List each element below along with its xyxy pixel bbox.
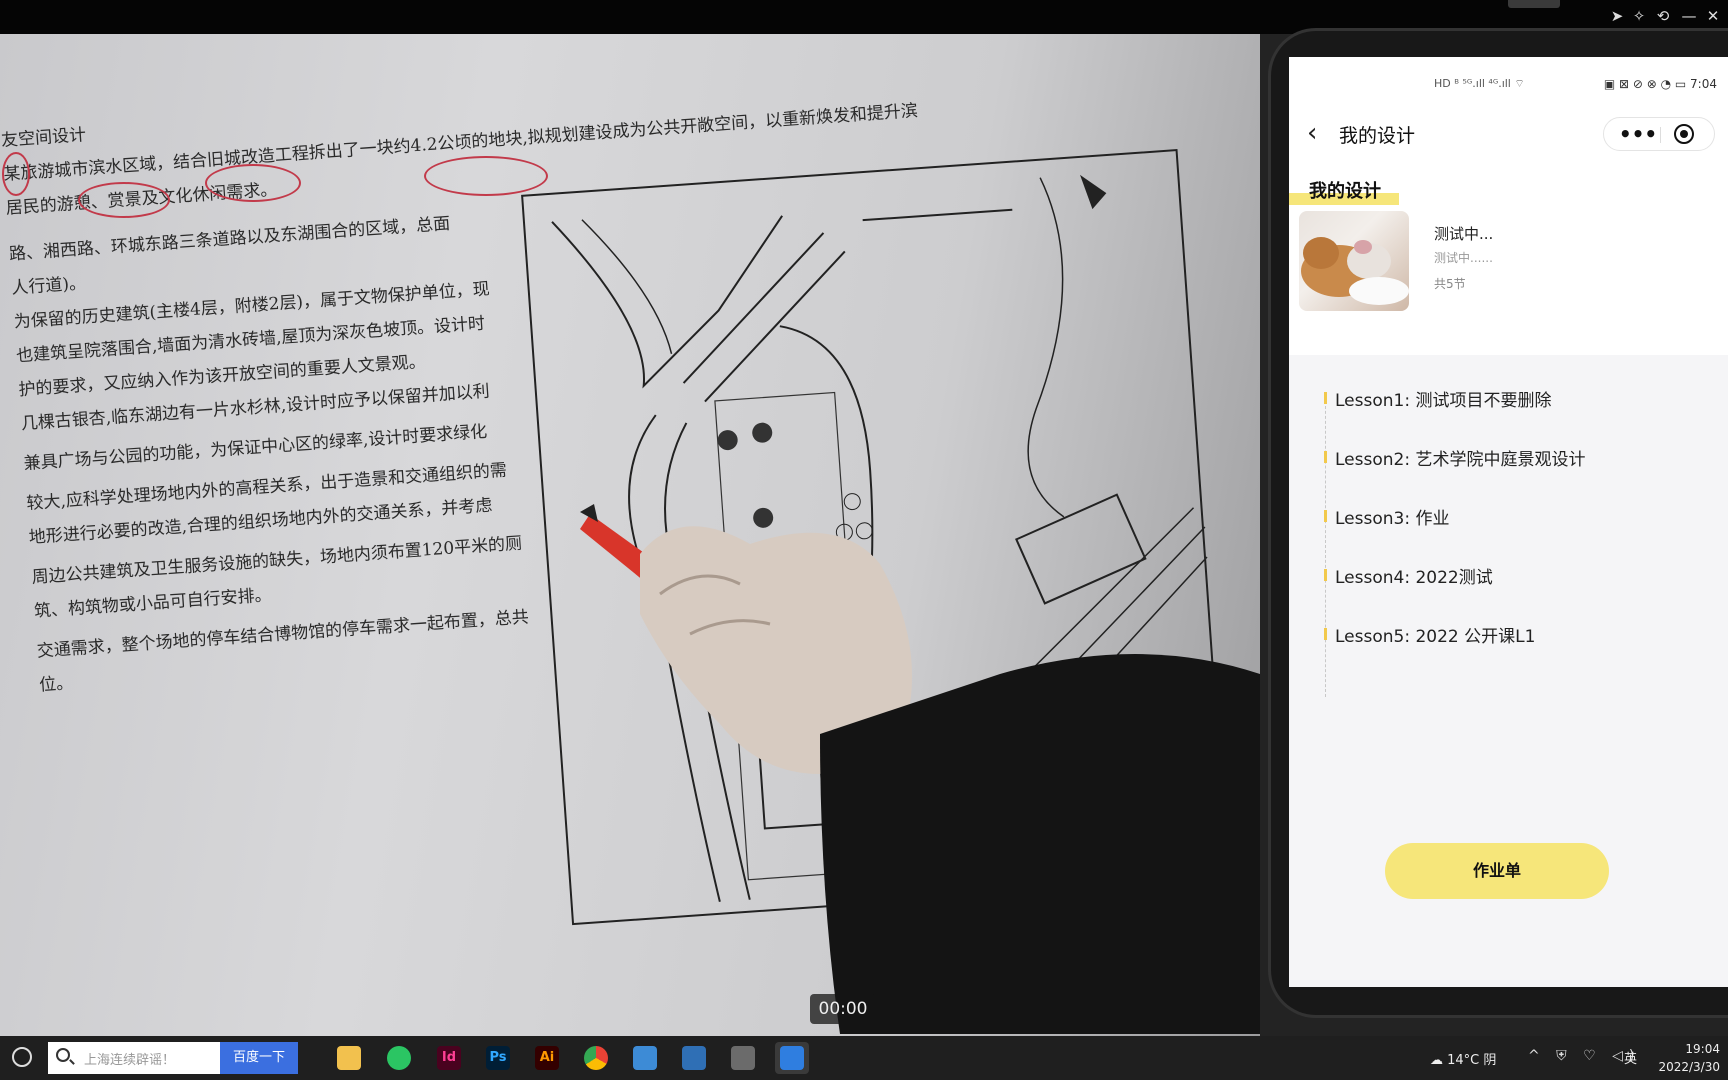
capsule-menu: ••• <box>1603 117 1715 151</box>
timeline-dot <box>1324 569 1327 581</box>
lesson-label: Lesson1: 测试项目不要删除 <box>1335 390 1552 411</box>
back-arrow-icon[interactable]: ‹ <box>1307 119 1317 147</box>
timeline-dot <box>1324 392 1327 404</box>
lesson-label: Lesson3: 作业 <box>1335 508 1450 529</box>
more-options-icon[interactable]: ••• <box>1616 118 1660 150</box>
puppy-kitten-image <box>1301 237 1409 305</box>
phone-frame: HD ᴮ ⁵ᴳ.ıll ⁴ᴳ.ıll ⌔ ▣ ⊠ ⊘ ⊗ ◔ ▭ 7:04 ‹ … <box>1268 28 1728 1018</box>
signal-icons: HD ᴮ ⁵ᴳ.ıll ⁴ᴳ.ıll ⌔ <box>1434 77 1525 90</box>
clock-date: 2022/3/30 <box>1658 1060 1720 1074</box>
paper-sheet: 友空间设计 某旅游城市滨水区域，结合旧城改造工程拆出了一块约4.2公顷的地块,拟… <box>0 34 1260 1036</box>
phone-screen: HD ᴮ ⁵ᴳ.ıll ⁴ᴳ.ıll ⌔ ▣ ⊠ ⊘ ⊗ ◔ ▭ 7:04 ‹ … <box>1289 57 1728 987</box>
course-name[interactable]: 测试中... <box>1434 223 1493 244</box>
photos-icon[interactable] <box>677 1042 711 1074</box>
timeline-dot <box>1324 510 1327 522</box>
capsule-divider <box>1660 127 1661 143</box>
hand-with-marker <box>580 504 1260 1034</box>
close-mini-program-icon[interactable] <box>1674 124 1694 144</box>
camera-icon[interactable] <box>726 1042 760 1074</box>
cloud-icon: ☁ <box>1430 1053 1448 1068</box>
timeline-dot <box>1324 628 1327 640</box>
ink-circle <box>205 164 301 202</box>
app-blue-icon[interactable] <box>628 1042 662 1074</box>
lesson-label: Lesson5: 2022 公开课L1 <box>1335 626 1536 647</box>
video-timecode: 00:00 <box>810 994 876 1024</box>
lesson-label: Lesson4: 2022测试 <box>1335 567 1493 588</box>
search-icon <box>56 1048 70 1062</box>
lesson-item[interactable]: Lesson2: 艺术学院中庭景观设计 <box>1324 442 1586 472</box>
minimize-button[interactable]: — <box>1678 5 1700 27</box>
indesign-icon[interactable]: Id <box>432 1042 466 1074</box>
photoshop-icon[interactable]: Ps <box>481 1042 515 1074</box>
chrome-icon[interactable] <box>579 1042 613 1074</box>
search-button[interactable]: 百度一下 <box>220 1042 298 1074</box>
start-button[interactable] <box>12 1047 32 1067</box>
weather-widget[interactable]: ☁ 14°C 阴 <box>1430 1049 1496 1068</box>
lesson-item[interactable]: Lesson1: 测试项目不要删除 <box>1324 383 1552 413</box>
close-button[interactable]: ✕ <box>1702 5 1724 27</box>
phone-statusbar: HD ᴮ ⁵ᴳ.ıll ⁴ᴳ.ıll ⌔ ▣ ⊠ ⊘ ⊗ ◔ ▭ 7:04 <box>1289 57 1728 109</box>
screen: ➤ ✧ ⟲ — ✕ 友空间设计 某旅游城市滨水区域，结合旧城改造工程拆出了一块约… <box>0 0 1728 1080</box>
course-thumbnail[interactable] <box>1299 211 1409 311</box>
drag-indicator[interactable] <box>1508 0 1560 8</box>
status-right: ▣ ⊠ ⊘ ⊗ ◔ ▭ 7:04 <box>1603 77 1717 91</box>
cursor-icon: ➤ <box>1610 7 1624 25</box>
illustrator-icon[interactable]: Ai <box>530 1042 564 1074</box>
weather-text: 14°C 阴 <box>1447 1053 1497 1068</box>
input-method-indicator[interactable]: 英 <box>1624 1048 1637 1067</box>
lesson-list: Lesson1: 测试项目不要删除 Lesson2: 艺术学院中庭景观设计 Le… <box>1289 357 1728 697</box>
design-card-section: 我的设计 测试中... 测试中...... 共5节 <box>1289 159 1728 355</box>
lesson-label: Lesson2: 艺术学院中庭景观设计 <box>1335 449 1586 470</box>
lesson-item[interactable]: Lesson5: 2022 公开课L1 <box>1324 619 1536 649</box>
pin-icon[interactable]: ✧ <box>1628 5 1650 27</box>
lesson-item[interactable]: Lesson3: 作业 <box>1324 501 1450 531</box>
taskbar-clock[interactable]: 19:04 2022/3/30 <box>1654 1040 1720 1076</box>
file-explorer-icon[interactable] <box>332 1042 366 1074</box>
timeline-dot <box>1324 451 1327 463</box>
windows-taskbar: 上海连续辟谣！ 百度一下 Id Ps Ai ☁ 14°C 阴 ^ ⛨ ♡ ◁) … <box>0 1036 1728 1080</box>
section-heading: 我的设计 <box>1309 181 1381 202</box>
search-input[interactable]: 上海连续辟谣！ <box>84 1049 175 1068</box>
course-description: 测试中...... <box>1434 251 1493 265</box>
ink-circle <box>2 152 30 196</box>
wechat-icon[interactable] <box>382 1042 416 1074</box>
active-app-icon[interactable] <box>775 1042 809 1074</box>
lesson-item[interactable]: Lesson4: 2022测试 <box>1324 560 1493 590</box>
page-title: 我的设计 <box>1339 125 1416 147</box>
mini-program-navbar: ‹ 我的设计 ••• <box>1289 109 1728 159</box>
lesson-count: 共5节 <box>1434 277 1466 291</box>
ink-circle <box>424 156 548 196</box>
ink-circle <box>78 182 170 218</box>
taskbar-search[interactable]: 上海连续辟谣！ <box>48 1042 220 1074</box>
clock-time: 19:04 <box>1685 1042 1720 1056</box>
homework-button[interactable]: 作业单 <box>1385 843 1609 899</box>
rotate-icon[interactable]: ⟲ <box>1652 5 1674 27</box>
